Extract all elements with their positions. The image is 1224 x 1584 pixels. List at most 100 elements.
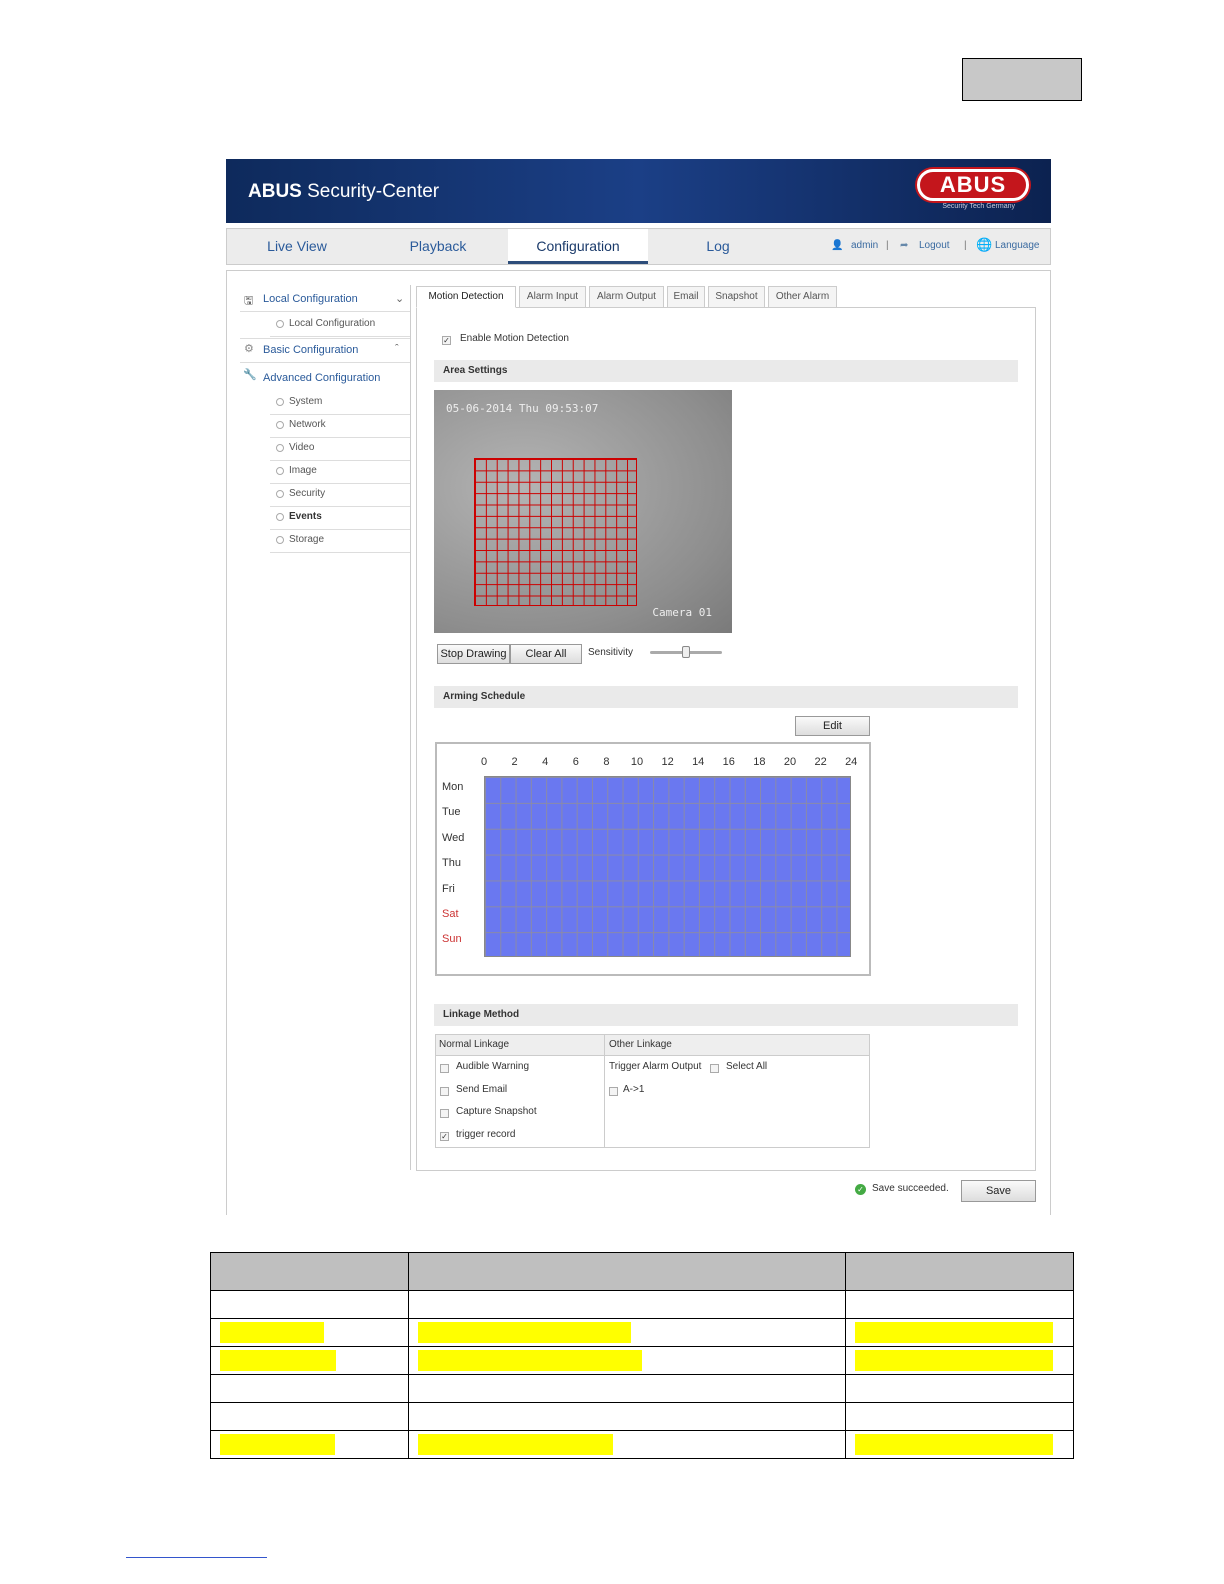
divider <box>240 362 410 363</box>
sensitivity-label: Sensitivity <box>588 647 634 658</box>
tab-snapshot[interactable]: Snapshot <box>708 286 765 308</box>
trigger-record-label: trigger record <box>456 1129 516 1140</box>
divider <box>240 311 410 312</box>
user-icon: 👤 <box>831 240 844 251</box>
hour-tick-label: 10 <box>630 756 644 768</box>
save-status: Save succeeded. <box>872 1183 949 1194</box>
sidebar-item-events[interactable]: Events <box>270 507 410 530</box>
sidebar-item-system[interactable]: System <box>270 392 410 415</box>
hour-tick-label: 12 <box>661 756 674 768</box>
day-label: Tue <box>442 806 461 819</box>
tab-alarm-output[interactable]: Alarm Output <box>589 286 664 308</box>
camera-name: Camera 01 <box>652 606 712 619</box>
sidebar-basic-configuration[interactable]: Basic Configuration <box>263 344 358 356</box>
tab-alarm-input[interactable]: Alarm Input <box>519 286 586 308</box>
clear-all-button[interactable]: Clear All <box>510 644 582 664</box>
sidebar-item-security[interactable]: Security <box>270 484 410 507</box>
hour-tick-label: 18 <box>753 756 766 768</box>
tab-live-view[interactable]: Live View <box>227 229 367 264</box>
sidebar-item-video[interactable]: Video <box>270 438 410 461</box>
hour-tick-label: 0 <box>480 756 488 768</box>
sidebar-item-local-configuration[interactable]: Local Configuration <box>270 314 410 337</box>
top-nav: Live View Playback Configuration Log 👤 a… <box>226 228 1051 265</box>
local-config-icon: 🖫 <box>244 295 254 307</box>
normal-linkage-header: Normal Linkage <box>439 1039 510 1050</box>
trigger-alarm-output-label: Trigger Alarm Output <box>609 1061 702 1072</box>
separator: | <box>886 240 889 251</box>
chevron-up-icon[interactable]: ˆ <box>395 343 399 355</box>
gear-icon: ⚙ <box>244 343 254 355</box>
day-label: Mon <box>442 781 464 793</box>
schedule-grid[interactable] <box>484 776 851 957</box>
select-all-checkbox[interactable] <box>710 1064 719 1073</box>
send-email-checkbox[interactable] <box>440 1087 449 1096</box>
day-label: Sat <box>442 908 459 920</box>
chevron-down-icon[interactable]: ⌄ <box>395 292 404 305</box>
tab-log[interactable]: Log <box>648 229 788 264</box>
audible-warning-checkbox[interactable] <box>440 1064 449 1073</box>
app-title: ABUS Security-Center <box>248 181 440 202</box>
globe-icon: 🌐 <box>976 237 993 252</box>
enable-motion-checkbox[interactable]: ✓ <box>442 336 451 345</box>
hour-tick-label: 4 <box>542 756 549 768</box>
motion-area-grid[interactable] <box>474 458 637 606</box>
logo-subtitle: Security Tech Germany <box>942 203 1015 210</box>
other-linkage-header: Other Linkage <box>609 1039 672 1050</box>
sidebar-divider <box>410 285 411 1170</box>
tab-email[interactable]: Email <box>667 286 705 308</box>
tab-motion-detection[interactable]: Motion Detection <box>416 286 516 308</box>
output-a1-checkbox[interactable] <box>609 1087 618 1096</box>
footer-link-line <box>126 1557 267 1558</box>
success-icon: ✓ <box>855 1184 866 1195</box>
user-name[interactable]: admin <box>851 240 878 251</box>
day-label: Wed <box>442 831 465 844</box>
day-label: Sun <box>442 933 462 946</box>
divider <box>240 338 410 339</box>
slider-knob[interactable] <box>682 646 690 658</box>
sensitivity-slider[interactable] <box>650 646 722 658</box>
hour-tick-label: 6 <box>572 756 579 768</box>
area-settings-header: Area Settings <box>434 360 1018 382</box>
abus-logo: ABUS <box>917 169 1029 201</box>
output-a1-label: A->1 <box>623 1084 645 1095</box>
select-all-label: Select All <box>726 1061 768 1072</box>
gray-box <box>962 58 1082 101</box>
edit-button[interactable]: Edit <box>795 716 870 736</box>
logout-icon: ➦ <box>900 240 909 251</box>
logout-link[interactable]: Logout <box>919 240 950 251</box>
sidebar-item-image[interactable]: Image <box>270 461 410 484</box>
camera-preview[interactable]: 05-06-2014 Thu 09:53:07 Camera 01 <box>434 390 732 633</box>
hour-tick-label: 14 <box>692 756 705 768</box>
tab-other-alarm[interactable]: Other Alarm <box>768 286 837 308</box>
camera-timestamp: 05-06-2014 Thu 09:53:07 <box>446 402 599 415</box>
sidebar-local-configuration[interactable]: Local Configuration <box>263 293 358 305</box>
linkage-method-header: Linkage Method <box>434 1004 1018 1026</box>
tab-configuration[interactable]: Configuration <box>508 229 648 264</box>
sidebar-advanced-configuration[interactable]: Advanced Configuration <box>263 372 380 384</box>
audible-warning-label: Audible Warning <box>456 1061 530 1072</box>
hour-tick-label: 8 <box>603 756 610 768</box>
sidebar-item-storage[interactable]: Storage <box>270 530 410 553</box>
hour-tick-label: 16 <box>722 756 735 768</box>
enable-motion-label: Enable Motion Detection <box>460 333 569 344</box>
language-link[interactable]: Language <box>995 240 1040 251</box>
capture-snapshot-label: Capture Snapshot <box>456 1106 537 1117</box>
hour-tick-label: 2 <box>511 756 518 768</box>
hour-tick-label: 20 <box>783 756 797 768</box>
stop-drawing-button[interactable]: Stop Drawing <box>437 644 510 664</box>
arming-schedule-header: Arming Schedule <box>434 686 1018 708</box>
send-email-label: Send Email <box>456 1084 508 1095</box>
trigger-record-checkbox[interactable]: ✓ <box>440 1132 449 1141</box>
save-button[interactable]: Save <box>961 1180 1036 1202</box>
day-label: Thu <box>442 857 461 870</box>
capture-snapshot-checkbox[interactable] <box>440 1109 449 1118</box>
wrench-icon: 🔧 <box>243 369 257 381</box>
separator: | <box>964 240 967 251</box>
document-table <box>210 1252 1074 1459</box>
tab-playback[interactable]: Playback <box>368 229 508 264</box>
sidebar-item-network[interactable]: Network <box>270 415 410 438</box>
day-label: Fri <box>442 882 455 895</box>
header-banner: ABUS Security-Center ABUS Security Tech … <box>226 159 1051 223</box>
hour-tick-label: 22 <box>814 756 827 768</box>
hour-tick-label: 24 <box>845 756 858 768</box>
